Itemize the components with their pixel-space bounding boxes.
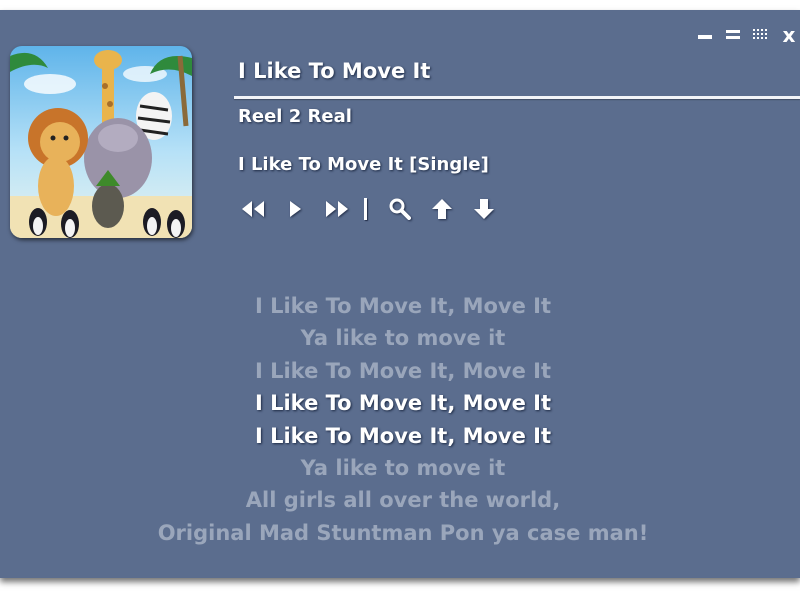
lyric-line: I Like To Move It, Move It bbox=[254, 358, 552, 383]
album-cover-image bbox=[10, 46, 192, 238]
minimize-icon bbox=[698, 35, 712, 39]
restore-button[interactable] bbox=[724, 26, 742, 44]
rewind-icon bbox=[242, 201, 264, 217]
close-button[interactable]: x bbox=[780, 23, 798, 47]
options-button[interactable] bbox=[752, 26, 770, 44]
fast-forward-icon bbox=[326, 201, 348, 217]
player-controls bbox=[238, 194, 511, 224]
arrow-down-icon bbox=[474, 199, 494, 219]
window-controls: x bbox=[696, 23, 798, 47]
minimize-button[interactable] bbox=[696, 26, 714, 44]
grid-dots-icon bbox=[753, 29, 767, 39]
artist-name: Reel 2 Real bbox=[238, 106, 352, 127]
lyric-line-current: I Like To Move It, Move It bbox=[254, 391, 552, 416]
scroll-up-button[interactable] bbox=[427, 194, 457, 224]
track-title: I Like To Move It bbox=[238, 59, 431, 83]
controls-separator bbox=[364, 198, 367, 220]
title-divider bbox=[234, 96, 800, 99]
lyric-line: Original Mad Stuntman Pon ya case man! bbox=[157, 520, 649, 545]
lyric-line-current: I Like To Move It, Move It bbox=[254, 423, 552, 448]
lyrics-panel: I Like To Move It, Move It Ya like to mo… bbox=[0, 290, 800, 549]
play-icon bbox=[290, 201, 301, 217]
lyric-line: All girls all over the world, bbox=[245, 488, 561, 513]
scroll-down-button[interactable] bbox=[469, 194, 499, 224]
restore-icon bbox=[726, 30, 740, 39]
lyric-line: Ya like to move it bbox=[300, 456, 506, 481]
arrow-up-icon bbox=[432, 199, 452, 219]
lyric-line: Ya like to move it bbox=[300, 326, 506, 351]
lyrics-player-window: x I Like To Move It Reel 2 Real I Like T… bbox=[0, 10, 800, 578]
play-button[interactable] bbox=[280, 194, 310, 224]
next-button[interactable] bbox=[322, 194, 352, 224]
close-icon: x bbox=[782, 23, 796, 47]
lyric-line: I Like To Move It, Move It bbox=[254, 294, 552, 318]
album-name: I Like To Move It [Single] bbox=[238, 154, 489, 175]
search-button[interactable] bbox=[385, 194, 415, 224]
magnifier-icon bbox=[389, 198, 411, 220]
previous-button[interactable] bbox=[238, 194, 268, 224]
